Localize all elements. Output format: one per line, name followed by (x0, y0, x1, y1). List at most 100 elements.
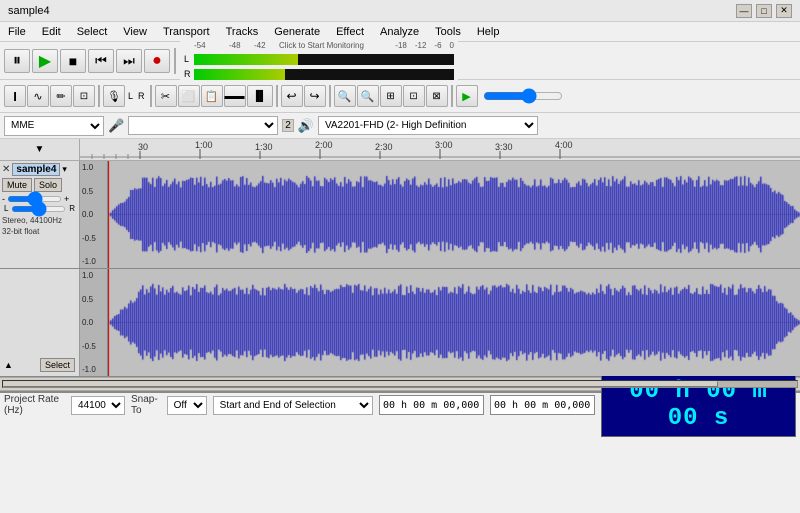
undo-button[interactable]: ↩ (281, 85, 303, 107)
menu-transport[interactable]: Transport (159, 24, 214, 40)
scroll-track[interactable] (2, 380, 798, 388)
vu-right-meter[interactable] (194, 69, 454, 80)
svg-text:1:00: 1:00 (195, 140, 213, 150)
zoom-sel-tool-button[interactable]: ⊡ (73, 85, 95, 107)
scale-neg-0-5: -0.5 (82, 234, 105, 243)
selection-start-input[interactable] (379, 395, 484, 415)
collapse-icon[interactable]: ▲ (4, 360, 13, 370)
zoom-out-button[interactable]: 🔍 (357, 85, 379, 107)
scroll-thumb[interactable] (3, 381, 718, 387)
vu-left-meter[interactable] (194, 54, 454, 65)
svg-text:2:30: 2:30 (375, 142, 393, 152)
app-title: sample4 (8, 5, 50, 17)
pause-button[interactable]: ⏸ (4, 49, 30, 73)
project-rate-select[interactable]: 44100 (71, 396, 125, 415)
zoom-sel-button[interactable]: ⊞ (380, 85, 402, 107)
track2-wave-canvas (108, 269, 800, 376)
snap-to-label: Snap-To (131, 394, 161, 416)
host-select[interactable]: MME (4, 116, 104, 136)
record-button[interactable]: ● (144, 49, 170, 73)
snap-arrow: ▼ (35, 144, 45, 155)
zoom-separator (451, 85, 453, 107)
zoom-100-button[interactable]: ⊠ (426, 85, 448, 107)
status-row1: Project Rate (Hz) 44100 Snap-To Off Star… (0, 393, 800, 417)
tool-separator (98, 85, 100, 107)
track1-name-label[interactable]: sample4 (12, 163, 60, 176)
zoom-fit-button[interactable]: ⊡ (403, 85, 425, 107)
cut-button[interactable]: ✂ (155, 85, 177, 107)
device-bar: MME 🎤 2 🔊 VA2201-FHD (2- High Definition (0, 113, 800, 139)
svg-text:30: 30 (138, 142, 148, 152)
close-button[interactable]: ✕ (776, 4, 792, 18)
track1-mute-solo: Mute Solo (2, 178, 77, 192)
silence-button[interactable]: ▬▬ (224, 85, 246, 107)
tool-separator2 (150, 85, 152, 107)
track2-select-button[interactable]: Select (40, 358, 75, 372)
track2-scale-mid-bot: -0.5 (82, 342, 105, 351)
svg-text:1:30: 1:30 (255, 142, 273, 152)
stop-button[interactable]: ■ (60, 49, 86, 73)
track2-scale-top: 1.0 (82, 271, 105, 280)
track1-mute-button[interactable]: Mute (2, 178, 32, 192)
status-bar: Project Rate (Hz) 44100 Snap-To Off Star… (0, 391, 800, 441)
track2-panel: ▲ Select 1.0 0.5 0.0 -0.5 -1.0 (0, 269, 800, 377)
track1-sample-rate: Stereo, 44100Hz (2, 215, 77, 226)
skip-start-button[interactable]: ⏮ (88, 49, 114, 73)
track1-waveform[interactable]: 1.0 0.5 0.0 -0.5 -1.0 (80, 161, 800, 268)
track2-waveform[interactable]: 1.0 0.5 0.0 -0.5 -1.0 (80, 269, 800, 376)
ruler-svg: 30 1:00 1:30 2:00 2:30 3:00 3:30 4:00 (80, 139, 800, 160)
menu-help[interactable]: Help (473, 24, 504, 40)
track-area: ✕ sample4 ▾ Mute Solo - + L R Stereo, 44… (0, 161, 800, 377)
ruler-left-spacer: ▼ (0, 139, 80, 160)
pan-right-label: R (69, 204, 75, 213)
redo-button[interactable]: ↪ (304, 85, 326, 107)
selection-mode-select[interactable]: Start and End of Selection (213, 396, 373, 415)
minimize-button[interactable]: — (736, 4, 752, 18)
tools-toolbar: I ∿ ✏ ⊡ 🎙 L R ✂ ⬜ 📋 ▬▬ ▐▌ ↩ ↪ 🔍 🔍 ⊞ ⊡ ⊠ … (0, 80, 567, 112)
output-device-select[interactable]: VA2201-FHD (2- High Definition (318, 116, 538, 135)
menu-effect[interactable]: Effect (332, 24, 368, 40)
envelope-tool-button[interactable]: ∿ (27, 85, 49, 107)
maximize-button[interactable]: □ (756, 4, 772, 18)
mic-icon: 🎤 (108, 118, 124, 134)
vu-left-row: L (184, 53, 454, 66)
selection-end-input[interactable] (490, 395, 595, 415)
vu-meters: -54 -48 -42 Click to Start Monitoring -1… (180, 39, 458, 83)
vu-scale-0: 0 (450, 41, 454, 50)
play-button[interactable]: ▶ (32, 49, 58, 73)
skip-end-button[interactable]: ⏭ (116, 49, 142, 73)
menu-view[interactable]: View (119, 24, 151, 40)
menu-edit[interactable]: Edit (38, 24, 65, 40)
trim-button[interactable]: ▐▌ (247, 85, 273, 107)
track1-info: Stereo, 44100Hz 32-bit float (2, 213, 77, 237)
zoom-in-button[interactable]: 🔍 (334, 85, 356, 107)
lr-label-left: L (126, 91, 135, 101)
mic-button[interactable]: 🎙 (103, 85, 125, 107)
select-tool-button[interactable]: I (4, 85, 26, 107)
menu-select[interactable]: Select (73, 24, 112, 40)
snap-to-select[interactable]: Off (167, 396, 207, 415)
draw-tool-button[interactable]: ✏ (50, 85, 72, 107)
input-device-select[interactable] (128, 116, 278, 135)
track1-solo-button[interactable]: Solo (34, 178, 62, 192)
scale-neg-1-0: -1.0 (82, 257, 105, 266)
track1-pan-slider[interactable] (11, 206, 66, 212)
menu-generate[interactable]: Generate (270, 24, 324, 40)
menu-file[interactable]: File (4, 24, 30, 40)
vu-right-row: R (184, 68, 454, 81)
vu-click-text[interactable]: Click to Start Monitoring (279, 41, 395, 50)
play-sel-button[interactable]: ▶ (456, 85, 478, 107)
menu-tracks[interactable]: Tracks (222, 24, 263, 40)
menu-analyze[interactable]: Analyze (376, 24, 423, 40)
menu-tools[interactable]: Tools (431, 24, 465, 40)
titlebar: sample4 — □ ✕ (0, 0, 800, 22)
vu-scale-48: -48 (229, 41, 254, 50)
copy-button[interactable]: ⬜ (178, 85, 200, 107)
vu-left-label: L (184, 54, 192, 64)
paste-button[interactable]: 📋 (201, 85, 223, 107)
track1-dropdown-button[interactable]: ▾ (62, 164, 67, 175)
track1-close-button[interactable]: ✕ (2, 164, 10, 175)
track1-panel: ✕ sample4 ▾ Mute Solo - + L R Stereo, 44… (0, 161, 800, 269)
playback-speed-slider[interactable] (483, 89, 563, 103)
track1-controls: ✕ sample4 ▾ Mute Solo - + L R Stereo, 44… (0, 161, 80, 268)
